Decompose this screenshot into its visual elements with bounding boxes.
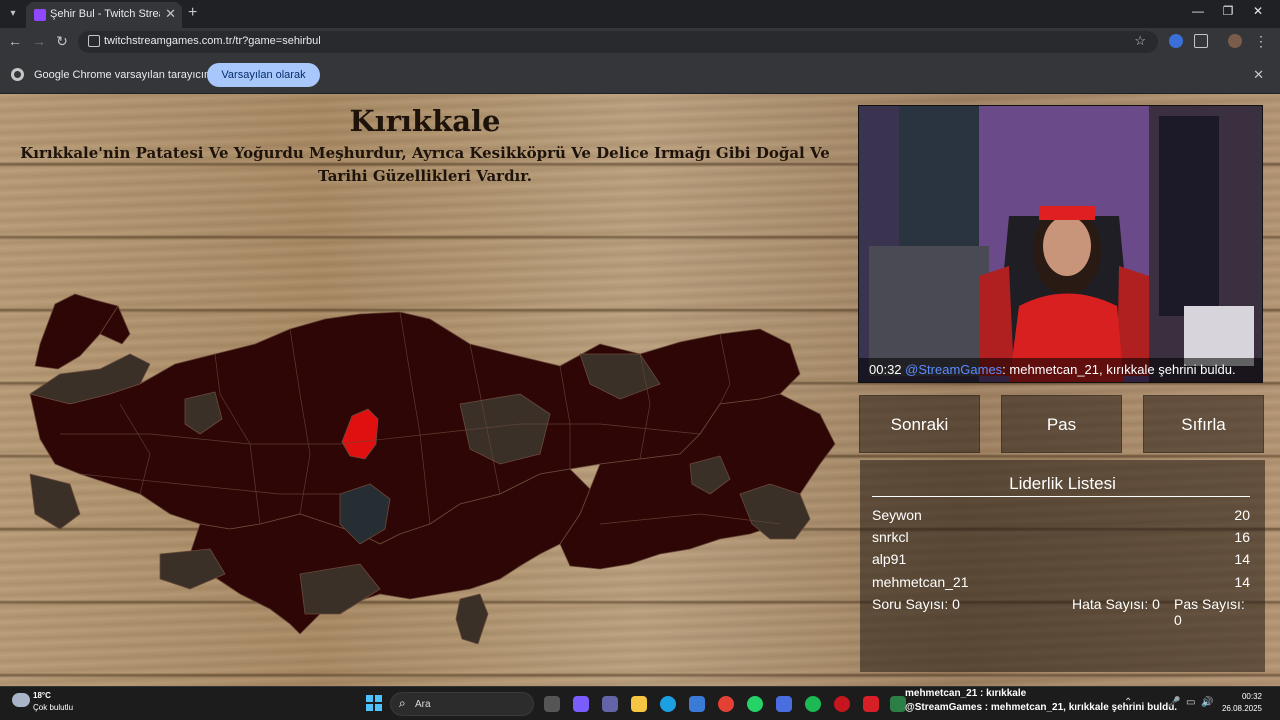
chrome-logo-icon [11, 68, 24, 81]
weather-desc: Çok bulutlu [33, 703, 74, 712]
address-bar[interactable]: twitchstreamgames.com.tr/tr?game=sehirbu… [78, 31, 1158, 53]
pass-button[interactable]: Pas [1001, 395, 1122, 453]
chat-message: : mehmetcan_21, kırıkkale şehrini buldu. [1002, 362, 1236, 377]
leaderboard-row: mehmetcan_21 14 [872, 574, 1250, 594]
whatsapp-icon[interactable] [747, 696, 763, 712]
minimize-icon[interactable]: — [1188, 4, 1208, 18]
leaderboard-row: alp91 14 [872, 551, 1250, 571]
error-count: Hata Sayısı: 0 [1072, 596, 1160, 612]
streamer-video [859, 106, 1262, 382]
tab-search-icon[interactable]: ▾ [4, 5, 22, 23]
stream-chat-overlay: 00:32 @StreamGames: mehmetcan_21, kırıkk… [859, 358, 1262, 382]
profile-avatar[interactable] [1228, 34, 1242, 48]
app-icon[interactable] [776, 696, 792, 712]
back-icon[interactable]: ← [6, 33, 24, 49]
city-description: Kırıkkale'nin Patatesi Ve Yoğurdu Meşhur… [20, 144, 830, 185]
taskbar-search[interactable]: ⌕ Ara [390, 692, 534, 716]
tab-close-icon[interactable]: ✕ [165, 6, 176, 22]
taskbar-chat-overlay: mehmetcan_21 : kırıkkale @StreamGames : … [905, 687, 1205, 714]
bookmark-star-icon[interactable]: ☆ [1134, 33, 1146, 49]
player-score: 16 [1234, 529, 1250, 545]
start-windows-icon[interactable] [366, 695, 382, 711]
chat-time: 00:32 [869, 362, 902, 377]
tab-title: Şehir Bul - Twitch Stream Games [50, 8, 160, 20]
player-score: 14 [1234, 574, 1250, 590]
turkey-map [29, 293, 836, 644]
copilot-icon[interactable] [573, 696, 589, 712]
url-text: twitchstreamgames.com.tr/tr?game=sehirbu… [104, 35, 321, 47]
leaderboard-divider [872, 496, 1250, 497]
infobar-close-icon[interactable]: ✕ [1253, 67, 1264, 83]
game-stats: Soru Sayısı: 0 Hata Sayısı: 0 Pas Sayısı… [872, 596, 1252, 628]
pass-count: Pas Sayısı: 0 [1174, 596, 1245, 628]
player-score: 14 [1234, 551, 1250, 567]
reset-button[interactable]: Sıfırla [1143, 395, 1264, 453]
question-count: Soru Sayısı: 0 [872, 596, 960, 612]
store-icon[interactable] [689, 696, 705, 712]
volume-icon[interactable]: 🔊 [1201, 697, 1213, 708]
leaderboard-row: Seywon 20 [872, 507, 1250, 527]
player-name: mehmetcan_21 [872, 574, 969, 590]
search-icon: ⌕ [399, 696, 406, 710]
microphone-icon[interactable]: 🎤 [1168, 697, 1180, 708]
site-info-icon[interactable] [88, 35, 100, 47]
forward-icon[interactable]: → [30, 33, 48, 49]
new-tab-icon[interactable]: + [188, 4, 197, 22]
spotify-icon[interactable] [805, 696, 821, 712]
file-explorer-icon[interactable] [631, 696, 647, 712]
task-view-icon[interactable] [544, 696, 560, 712]
webcam-feed [858, 105, 1263, 383]
leaderboard-panel: Liderlik Listesi Seywon 20 snrkcl 16 alp… [860, 460, 1265, 672]
teams-icon[interactable] [602, 696, 618, 712]
player-name: Seywon [872, 507, 922, 523]
edge-icon[interactable] [660, 696, 676, 712]
tab-favicon-icon [34, 9, 46, 21]
close-window-icon[interactable]: ✕ [1248, 4, 1268, 18]
opera-icon[interactable] [834, 696, 850, 712]
reload-icon[interactable]: ↻ [53, 33, 71, 50]
browser-toolbar: ← → ↻ twitchstreamgames.com.tr/tr?game=s… [0, 28, 1280, 56]
streaming-app-icon[interactable] [890, 696, 906, 712]
leaderboard-row: snrkcl 16 [872, 529, 1250, 549]
extensions-puzzle-icon[interactable] [1194, 34, 1208, 48]
menu-kebab-icon[interactable]: ⋮ [1252, 33, 1270, 50]
province-hatay [455, 593, 489, 644]
app-w-icon[interactable] [863, 696, 879, 712]
search-label: Ara [415, 699, 431, 710]
clock-time: 00:32 [1241, 692, 1262, 701]
dark-province-7 [29, 473, 81, 530]
taskbar-clock[interactable]: 00:32 26.08.2025 [1222, 691, 1262, 715]
set-default-button[interactable]: Varsayılan olarak ayarla [207, 63, 320, 105]
leaderboard-title: Liderlik Listesi [1009, 474, 1116, 493]
clock-date: 26.08.2025 [1221, 704, 1262, 713]
tray-chevron-icon[interactable]: ⌃ [1124, 697, 1132, 708]
chat-mention: @StreamGames [905, 362, 1003, 377]
player-name: alp91 [872, 551, 907, 567]
default-browser-infobar: Google Chrome varsayılan tarayıcınız değ… [0, 56, 1280, 105]
game-page: Kırıkkale Kırıkkale'nin Patatesi Ve Yoğu… [0, 94, 1280, 686]
browser-tab[interactable]: Şehir Bul - Twitch Stream Games ✕ [26, 2, 182, 28]
next-button[interactable]: Sonraki [859, 395, 980, 453]
tab-strip: ▾ Şehir Bul - Twitch Stream Games ✕ + — … [0, 0, 1280, 28]
player-name: snrkcl [872, 529, 909, 545]
chat-line-1: mehmetcan_21 : kırıkkale [905, 688, 1027, 699]
extension-icon[interactable] [1169, 34, 1183, 48]
weather-temp: 18°C [33, 691, 51, 700]
windows-taskbar: 18°C Çok bulutlu ⌕ Ara mehmetcan_21 : kı… [0, 686, 1280, 720]
city-title: Kırıkkale [349, 104, 501, 138]
chat-line-2: @StreamGames : mehmetcan_21, kırıkkale ş… [905, 702, 1178, 713]
chrome-icon[interactable] [718, 696, 734, 712]
weather-cloud-icon[interactable] [12, 693, 30, 707]
maximize-icon[interactable]: ❐ [1218, 4, 1238, 18]
network-icon[interactable]: ▭ [1186, 697, 1195, 708]
player-score: 20 [1234, 507, 1250, 523]
